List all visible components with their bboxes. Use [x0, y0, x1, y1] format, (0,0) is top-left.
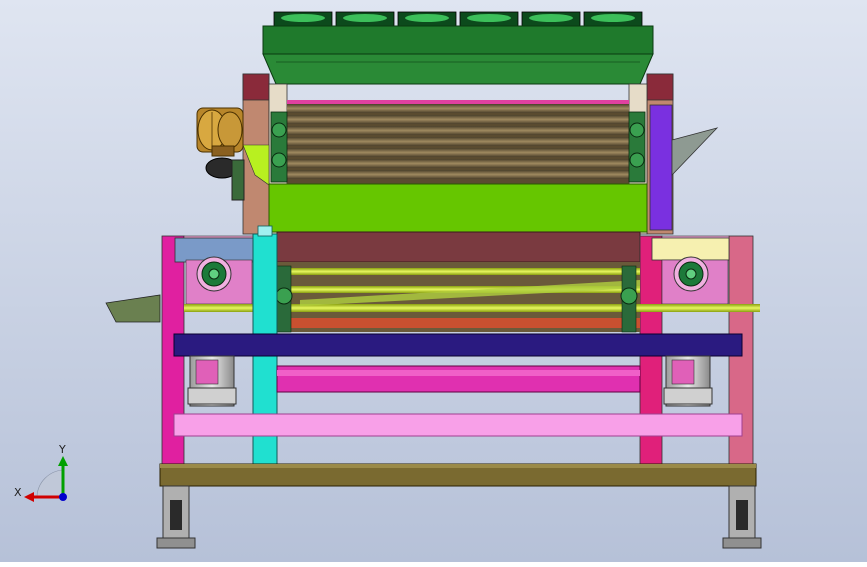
lower-sprocket-right	[620, 265, 638, 333]
upper-sprocket-left	[270, 111, 288, 183]
magenta-mid-beam	[276, 365, 641, 393]
upper-roller-bank	[287, 100, 629, 184]
right-bearing-housing	[661, 256, 729, 305]
cad-viewport[interactable]: X Y	[0, 0, 867, 562]
upper-sprocket-right	[628, 111, 646, 183]
machine-assembly-drawing	[0, 0, 867, 562]
triad-y-label: Y	[59, 443, 66, 456]
purple-side-panel	[649, 104, 673, 231]
lower-sprocket-left	[275, 265, 293, 333]
triad-z-axis	[59, 493, 67, 501]
green-guard-panel	[268, 183, 648, 233]
navy-crossbeam	[173, 333, 743, 357]
triad-x-label: X	[14, 486, 22, 499]
maroon-panel	[276, 231, 641, 263]
left-bearing-housing	[185, 256, 253, 305]
light-pink-beam	[173, 413, 743, 437]
top-hood	[262, 25, 654, 85]
olive-base-plate	[159, 463, 757, 487]
